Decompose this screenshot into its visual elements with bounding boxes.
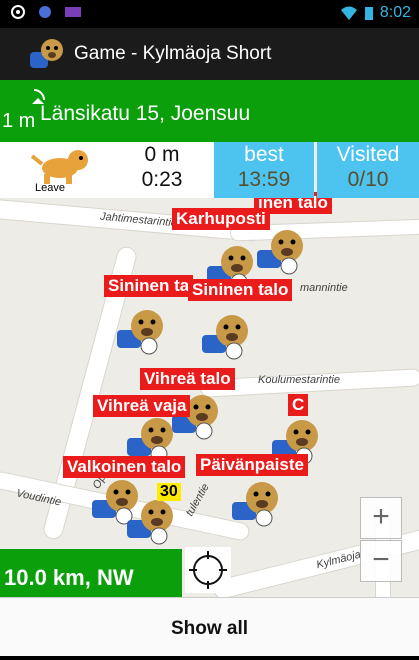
- visited-label: Visited: [336, 143, 400, 166]
- street-label: mannintie: [300, 282, 348, 294]
- leave-label: Leave: [35, 182, 65, 194]
- status-bar: 8:02: [0, 0, 419, 28]
- best-label: best: [244, 143, 284, 166]
- best-box: best 13:59: [214, 142, 314, 198]
- crosshair-icon: [189, 551, 227, 589]
- wifi-icon: [340, 6, 357, 20]
- image-icon: [65, 7, 81, 17]
- gps-icon: [11, 5, 25, 19]
- place-label[interactable]: Vihreä vaja: [93, 395, 191, 417]
- dog-marker[interactable]: [255, 222, 307, 276]
- running-dog-icon: [30, 150, 88, 184]
- stats-row: Leave 0 m 0:23 best 13:59 Visited 0/10: [0, 142, 419, 198]
- count-badge: 30: [157, 483, 181, 501]
- place-label[interactable]: Karhuposti: [172, 208, 270, 230]
- visited-box: Visited 0/10: [317, 142, 419, 198]
- place-label[interactable]: Päivänpaiste: [196, 454, 308, 476]
- distance-value: 0 m: [144, 143, 180, 166]
- dog-marker[interactable]: [115, 302, 167, 356]
- location-distance: 1 m: [2, 110, 36, 132]
- title-bar: Game - Kylmäoja Short: [0, 28, 419, 80]
- location-bar: 1 m Länsikatu 15, Joensuu: [0, 80, 419, 142]
- best-value: 13:59: [237, 168, 291, 191]
- heading-badge: 10.0 km, NW: [0, 549, 182, 597]
- place-label[interactable]: Vihreä talo: [140, 368, 235, 390]
- leave-button[interactable]: Leave: [0, 142, 111, 198]
- distance-box: 0 m 0:23: [110, 142, 215, 198]
- status-time: 8:02: [379, 4, 411, 21]
- show-all-button[interactable]: Show all: [0, 597, 419, 656]
- visited-value: 0/10: [347, 168, 389, 191]
- page-title: Game - Kylmäoja Short: [74, 43, 272, 64]
- dog-marker[interactable]: [200, 307, 252, 361]
- zoom-in-button[interactable]: +: [360, 497, 402, 539]
- compass-button[interactable]: [185, 547, 231, 593]
- notification-icon: [39, 6, 51, 18]
- battery-icon: [364, 7, 373, 20]
- place-label[interactable]: Valkoinen talo: [63, 456, 186, 478]
- place-label[interactable]: C: [288, 394, 309, 416]
- dog-app-icon[interactable]: [30, 36, 66, 72]
- location-address: Länsikatu 15, Joensuu: [40, 102, 251, 125]
- elapsed-time: 0:23: [141, 168, 183, 191]
- zoom-out-button[interactable]: −: [360, 540, 402, 582]
- place-label[interactable]: Sininen ta: [104, 275, 194, 297]
- place-label[interactable]: Sininen talo: [188, 279, 293, 301]
- dog-marker[interactable]: [230, 474, 282, 528]
- map-view[interactable]: Jahtimestarintie Koulumestarintie Voudin…: [0, 142, 419, 597]
- street-label: Koulumestarintie: [258, 374, 340, 386]
